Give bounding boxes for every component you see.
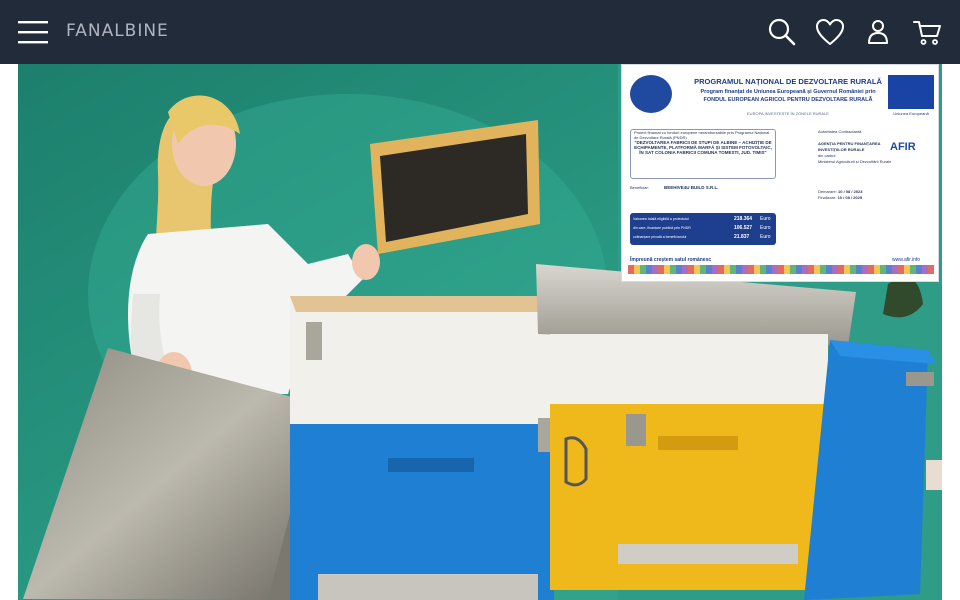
poster-program-line: Program finanțat de Uniunea Europeană și… bbox=[700, 89, 876, 95]
user-icon bbox=[868, 20, 888, 44]
beneficiary-label: Beneficiar: bbox=[630, 185, 649, 190]
value-unit-1: Euro bbox=[760, 216, 771, 222]
hero-banner[interactable]: PROGRAMUL NAȚIONAL DE DEZVOLTARE RURALĂ … bbox=[18, 64, 942, 600]
start-date: 10 / 08 / 2023 bbox=[838, 189, 863, 194]
cart-button[interactable] bbox=[911, 17, 943, 47]
poster-website: www.afir.info bbox=[892, 257, 921, 263]
heart-icon bbox=[816, 19, 844, 45]
value-label-1: Valoarea totală eligibilă a proiectului bbox=[633, 217, 689, 221]
value-label-3: cofinanțare privată a beneficiarului bbox=[633, 235, 687, 239]
authority-column: Autoritatea Contractantă AGENȚIA PENTRU … bbox=[818, 129, 936, 201]
wishlist-button[interactable] bbox=[814, 17, 846, 47]
poster-tagline: EUROPA INVESTEȘTE ÎN ZONELE RURALE bbox=[747, 111, 829, 116]
start-label: Demarare: bbox=[818, 189, 837, 194]
ministry-name: Ministerul Agriculturii și Dezvoltării R… bbox=[818, 159, 892, 164]
project-title: "DEZVOLTAREA FABRICII DE STUPI DE ALBINE… bbox=[634, 140, 772, 155]
eu-flag-icon bbox=[888, 75, 934, 109]
shopping-cart-icon bbox=[913, 21, 941, 45]
poster-fund-line: FONDUL EUROPEAN AGRICOL PENTRU DEZVOLTAR… bbox=[703, 97, 873, 103]
search-button[interactable] bbox=[766, 16, 798, 48]
project-intro: Proiect finanțat cu fonduri europene ner… bbox=[634, 130, 770, 140]
eu-caption: Uniunea Europeană bbox=[893, 111, 929, 116]
value-amount-3: 21.837 bbox=[734, 234, 750, 240]
hamburger-menu-icon bbox=[18, 21, 48, 44]
value-amount-2: 106.527 bbox=[734, 225, 753, 231]
value-unit-3: Euro bbox=[760, 234, 771, 240]
romania-government-seal bbox=[630, 75, 672, 113]
afir-logo: AFIR bbox=[890, 141, 916, 153]
menu-button[interactable] bbox=[16, 16, 52, 48]
authority-label: Autoritatea Contractantă bbox=[818, 129, 862, 134]
end-label: Finalizare: bbox=[818, 195, 837, 200]
search-icon bbox=[768, 18, 796, 46]
value-unit-2: Euro bbox=[760, 225, 771, 231]
value-label-2: din care, finanțare publică prin PNDR bbox=[633, 226, 691, 230]
project-box: Proiect finanțat cu fonduri europene ner… bbox=[630, 129, 776, 179]
brand-logo-text[interactable]: FANALBINE bbox=[66, 20, 169, 42]
end-date: 10 / 08 / 2025 bbox=[837, 195, 863, 200]
value-amount-1: 218.364 bbox=[734, 216, 753, 222]
folk-pattern-strip bbox=[628, 265, 934, 274]
poster-title: PROGRAMUL NAȚIONAL DE DEZVOLTARE RURALĂ bbox=[694, 77, 882, 86]
poster-slogan: Împreună creștem satul românesc bbox=[630, 257, 712, 263]
beneficiary-name: BEEHIVE4U BUILD S.R.L. bbox=[664, 185, 719, 190]
account-button[interactable] bbox=[864, 17, 892, 47]
top-navbar: FANALBINE bbox=[0, 0, 960, 64]
authority-name: AGENȚIA PENTRU FINANȚAREA INVESTIȚIILOR … bbox=[818, 141, 881, 152]
project-values-box: Valoarea totală eligibilă a proiectului … bbox=[630, 213, 776, 245]
funding-poster: PROGRAMUL NAȚIONAL DE DEZVOLTARE RURALĂ … bbox=[621, 64, 939, 282]
